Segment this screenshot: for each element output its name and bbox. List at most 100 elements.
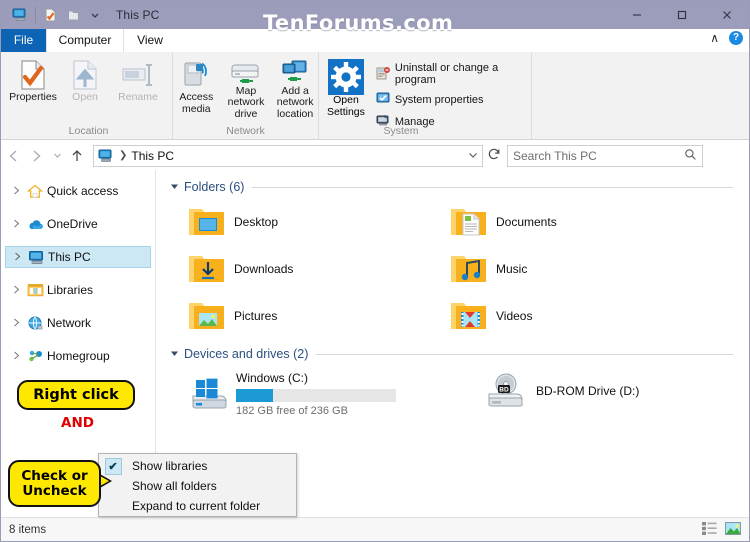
folder-documents-icon [446,205,492,239]
group-header-label: Folders (6) [184,180,245,194]
expander-icon[interactable] [14,252,28,263]
tile-label: Music [496,261,528,276]
svg-text:BD: BD [499,387,509,394]
expander-icon[interactable] [13,318,27,329]
ribbon-controls: ∧ ? [710,31,743,45]
large-icons-view-icon[interactable] [725,521,741,538]
tile-documents[interactable]: Documents [432,198,694,245]
tile-pictures[interactable]: Pictures [170,292,432,339]
capacity-bar-fill [236,389,273,402]
folder-pictures-icon [184,299,230,333]
this-pc-icon[interactable] [9,5,31,25]
folder-downloads-icon [184,252,230,286]
quick-access-icon [27,184,47,199]
details-view-icon[interactable] [702,521,717,538]
maximize-button[interactable] [659,1,704,29]
map-network-drive-button[interactable]: Map network drive [220,55,273,120]
network-globe-icon [27,316,47,331]
sidebar-item-onedrive[interactable]: OneDrive [5,213,151,235]
tab-file[interactable]: File [1,29,46,52]
drive-windows-c[interactable]: Windows (C:) 182 GB free of 236 GB [170,365,470,417]
tab-computer[interactable]: Computer [46,29,124,52]
annotation-check-or-uncheck: Check or Uncheck [8,460,101,507]
search-placeholder: Search This PC [513,148,597,163]
collapse-triangle-icon[interactable] [170,349,179,360]
libraries-icon [27,283,47,297]
expander-icon[interactable] [13,285,27,296]
sidebar-item-label: This PC [48,250,91,264]
help-icon[interactable]: ? [729,31,743,45]
properties-label: Properties [9,91,57,103]
tab-view[interactable]: View [124,29,176,52]
system-properties-icon [376,91,390,108]
drive-label: BD-ROM Drive (D:) [536,384,640,398]
context-menu-item-show-all-folders[interactable]: Show all folders [99,476,296,496]
add-network-location-button[interactable]: Add a network location [272,55,318,120]
sidebar-item-quick-access[interactable]: Quick access [5,180,151,202]
new-folder-icon[interactable] [62,5,84,25]
tile-desktop[interactable]: Desktop [170,198,432,245]
tile-downloads[interactable]: Downloads [170,245,432,292]
open-button[interactable]: Open [61,55,109,120]
tile-label: Videos [496,308,533,323]
gear-icon [327,59,364,95]
back-button[interactable] [1,144,25,168]
map-network-drive-label: Map network drive [227,84,265,120]
sidebar-item-homegroup[interactable]: Homegroup [5,345,151,367]
drive-bd-rom-d[interactable]: BD BD-ROM Drive (D:) [470,365,730,417]
open-settings-button[interactable]: Open Settings [323,55,369,120]
folder-tiles: Desktop Documents Downloads Music Pictur… [170,198,749,339]
tile-music[interactable]: Music [432,245,694,292]
up-button[interactable] [65,144,89,168]
checkbox[interactable] [103,498,123,515]
forward-button[interactable] [25,144,49,168]
rename-button[interactable]: Rename [109,55,167,120]
uninstall-program-button[interactable]: Uninstall or change a program [373,61,531,87]
properties-button[interactable]: Properties [5,55,61,120]
tile-label: Desktop [234,214,279,229]
open-settings-label-1: Open [333,94,359,106]
sidebar-item-libraries[interactable]: Libraries [5,279,151,301]
group-header-folders[interactable]: Folders (6) [170,180,749,194]
sidebar-item-label: Network [47,316,92,330]
expander-icon[interactable] [13,351,27,362]
close-button[interactable] [704,1,749,29]
tile-videos[interactable]: Videos [432,292,694,339]
collapse-triangle-icon[interactable] [170,182,179,193]
this-pc-icon [28,250,48,265]
address-bar-row: ❯ This PC Search This PC [1,141,749,170]
sidebar-item-network[interactable]: Network [5,312,151,334]
title-bar: This PC [1,1,749,29]
drive-capacity-text: 182 GB free of 236 GB [236,405,348,417]
sidebar-item-label: Quick access [47,184,119,198]
bd-rom-drive-icon: BD [480,372,532,410]
system-properties-button[interactable]: System properties [373,90,531,109]
access-media-button[interactable]: Access media [173,55,220,120]
ribbon-body: Properties Open Rename Location Access m… [1,52,749,140]
drive-tiles: Windows (C:) 182 GB free of 236 GB BD BD… [170,365,749,417]
recent-locations-button[interactable] [49,144,65,168]
context-menu-item-label: Show libraries [132,459,208,473]
address-bar[interactable]: ❯ This PC [93,144,483,167]
group-header-devices[interactable]: Devices and drives (2) [170,347,749,361]
minimize-button[interactable] [614,1,659,29]
expander-icon[interactable] [13,219,27,230]
chevron-up-icon[interactable]: ∧ [710,31,719,45]
expander-icon[interactable] [13,186,27,197]
properties-icon[interactable] [40,5,62,25]
refresh-button[interactable] [483,147,505,164]
breadcrumb-this-pc[interactable]: This PC [131,149,174,163]
open-settings-label-2: Settings [326,105,365,118]
chevron-down-icon[interactable] [468,150,478,162]
search-icon[interactable] [684,148,697,164]
drive-label: Windows (C:) [236,371,309,385]
customize-qat-dropdown[interactable] [84,5,106,25]
context-menu-item-show-libraries[interactable]: ✔ Show libraries [99,456,296,476]
sidebar-item-this-pc[interactable]: This PC [5,246,151,268]
qat-separator [35,7,36,23]
window-title: This PC [116,8,160,22]
context-menu-item-expand-to-current-folder[interactable]: Expand to current folder [99,496,296,516]
context-menu-item-label: Show all folders [132,479,217,493]
search-input[interactable]: Search This PC [507,144,703,167]
sidebar-item-label: OneDrive [47,217,98,231]
